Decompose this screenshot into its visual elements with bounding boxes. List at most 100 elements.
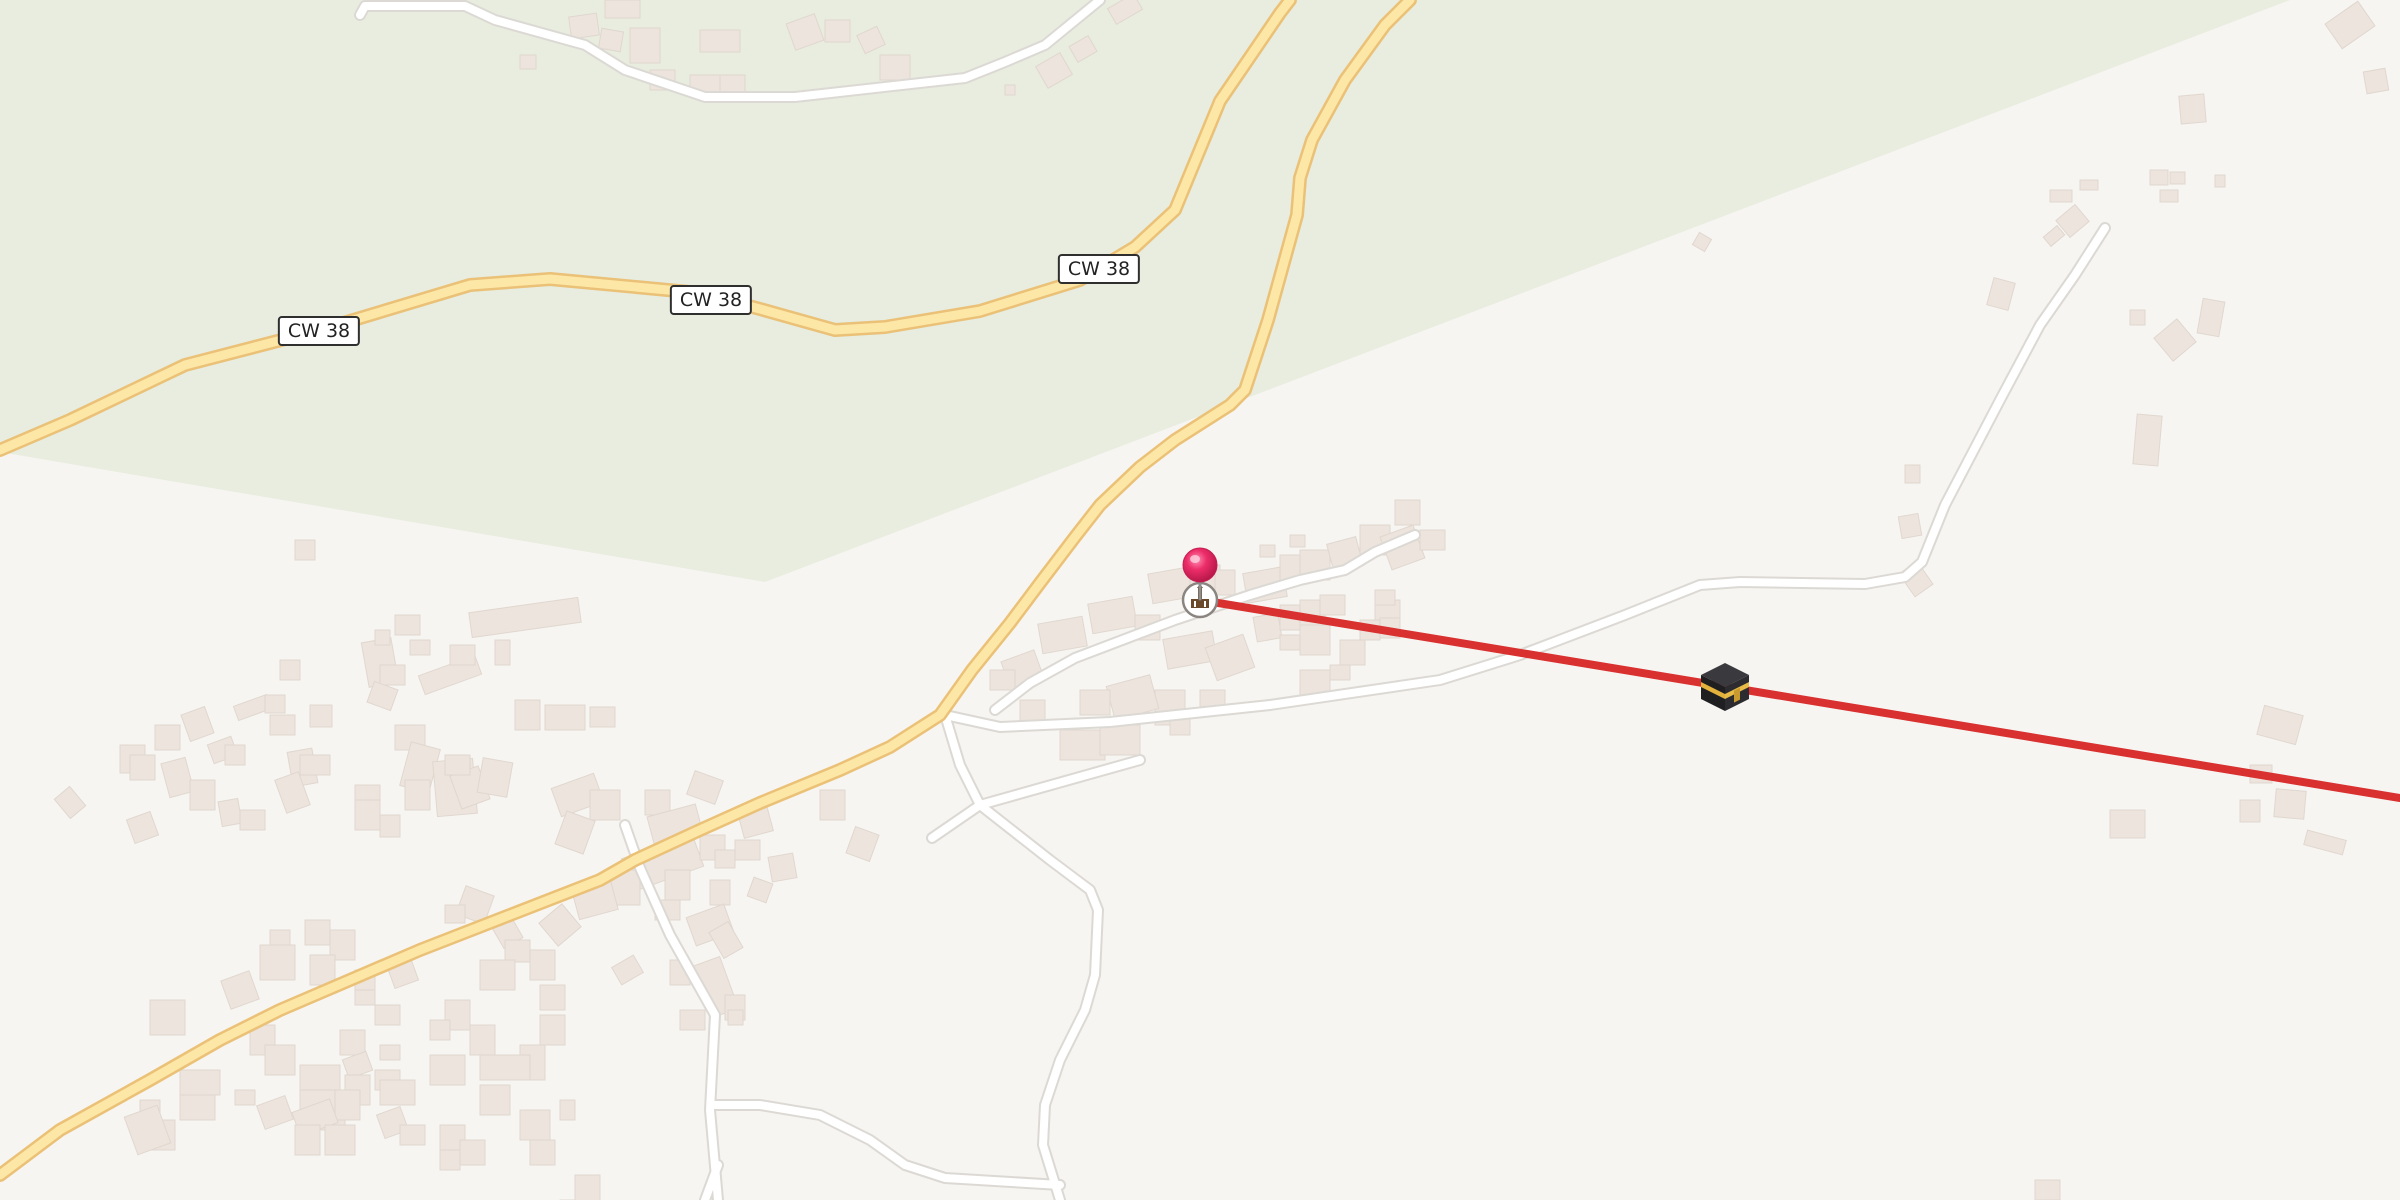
building (279, 659, 301, 681)
building (476, 757, 514, 798)
building (180, 705, 215, 743)
building (239, 809, 266, 831)
building (1259, 544, 1276, 558)
building (429, 1054, 466, 1086)
building (459, 1139, 486, 1166)
building (129, 754, 156, 781)
building (2239, 799, 2261, 823)
building (2324, 0, 2376, 50)
building (529, 949, 556, 981)
building (479, 1054, 531, 1081)
building (379, 814, 401, 838)
building (220, 970, 260, 1010)
building (1252, 612, 1283, 643)
building (685, 769, 725, 806)
building (709, 879, 731, 906)
building (734, 839, 761, 861)
building (1279, 634, 1301, 651)
building (589, 706, 616, 728)
building (589, 789, 621, 821)
qibla-direction-line (1196, 596, 2400, 802)
building (2153, 318, 2197, 362)
building (1904, 464, 1921, 484)
building (2362, 67, 2390, 95)
building (479, 1084, 511, 1116)
building (217, 797, 243, 828)
building (544, 704, 586, 731)
map-canvas[interactable] (0, 0, 2400, 1200)
building (264, 694, 286, 714)
building (504, 939, 531, 963)
building (354, 799, 381, 831)
building (2303, 829, 2347, 856)
building (2169, 171, 2186, 185)
building (1099, 724, 1141, 756)
building (2132, 413, 2163, 467)
building (53, 785, 87, 820)
building (679, 1009, 706, 1031)
building (539, 984, 566, 1011)
building (294, 1124, 321, 1156)
building (2256, 704, 2304, 746)
building (394, 614, 421, 636)
building (514, 699, 541, 731)
building (529, 1139, 556, 1166)
building (1037, 615, 1088, 655)
building (2214, 174, 2226, 188)
building (554, 810, 596, 855)
building (644, 789, 671, 816)
building (604, 0, 641, 19)
building (664, 869, 691, 901)
building (379, 1079, 416, 1106)
building (374, 629, 391, 646)
road-shield-cw38-west: CW 38 (277, 316, 361, 346)
building (468, 596, 582, 639)
building (1087, 595, 1138, 635)
building (2079, 179, 2099, 191)
building (224, 744, 246, 766)
building (189, 779, 216, 811)
building (125, 810, 160, 845)
building (2129, 309, 2146, 326)
building (2034, 1179, 2061, 1200)
building (379, 664, 406, 686)
building (269, 714, 296, 736)
building (714, 849, 736, 869)
building (819, 789, 846, 821)
building (597, 27, 625, 53)
building (767, 852, 798, 883)
building (299, 1064, 341, 1091)
building (1059, 729, 1106, 761)
building (559, 1099, 576, 1121)
building (449, 644, 476, 666)
road-shield-cw38-middle: CW 38 (669, 285, 753, 315)
building (494, 639, 511, 666)
building (179, 1069, 221, 1096)
building (2196, 297, 2226, 338)
building (294, 539, 316, 561)
building (574, 1174, 601, 1200)
building (264, 1044, 296, 1076)
building (1339, 639, 1366, 666)
building (719, 74, 746, 94)
building (479, 959, 516, 991)
building (154, 724, 181, 751)
building (1394, 499, 1421, 526)
building (824, 19, 851, 43)
building (409, 639, 431, 656)
building (429, 1019, 451, 1041)
building (1691, 231, 1713, 253)
road-shield-cw38-east: CW 38 (1057, 254, 1141, 284)
building (1289, 534, 1306, 548)
building (234, 1089, 256, 1106)
building (629, 27, 661, 64)
building (2109, 809, 2146, 839)
building (1299, 624, 1331, 656)
kaaba-icon[interactable] (1701, 663, 1749, 711)
building (1986, 277, 2016, 311)
building (259, 944, 296, 981)
building (160, 756, 195, 799)
building (439, 1149, 461, 1171)
building (309, 704, 333, 728)
building (568, 12, 600, 40)
